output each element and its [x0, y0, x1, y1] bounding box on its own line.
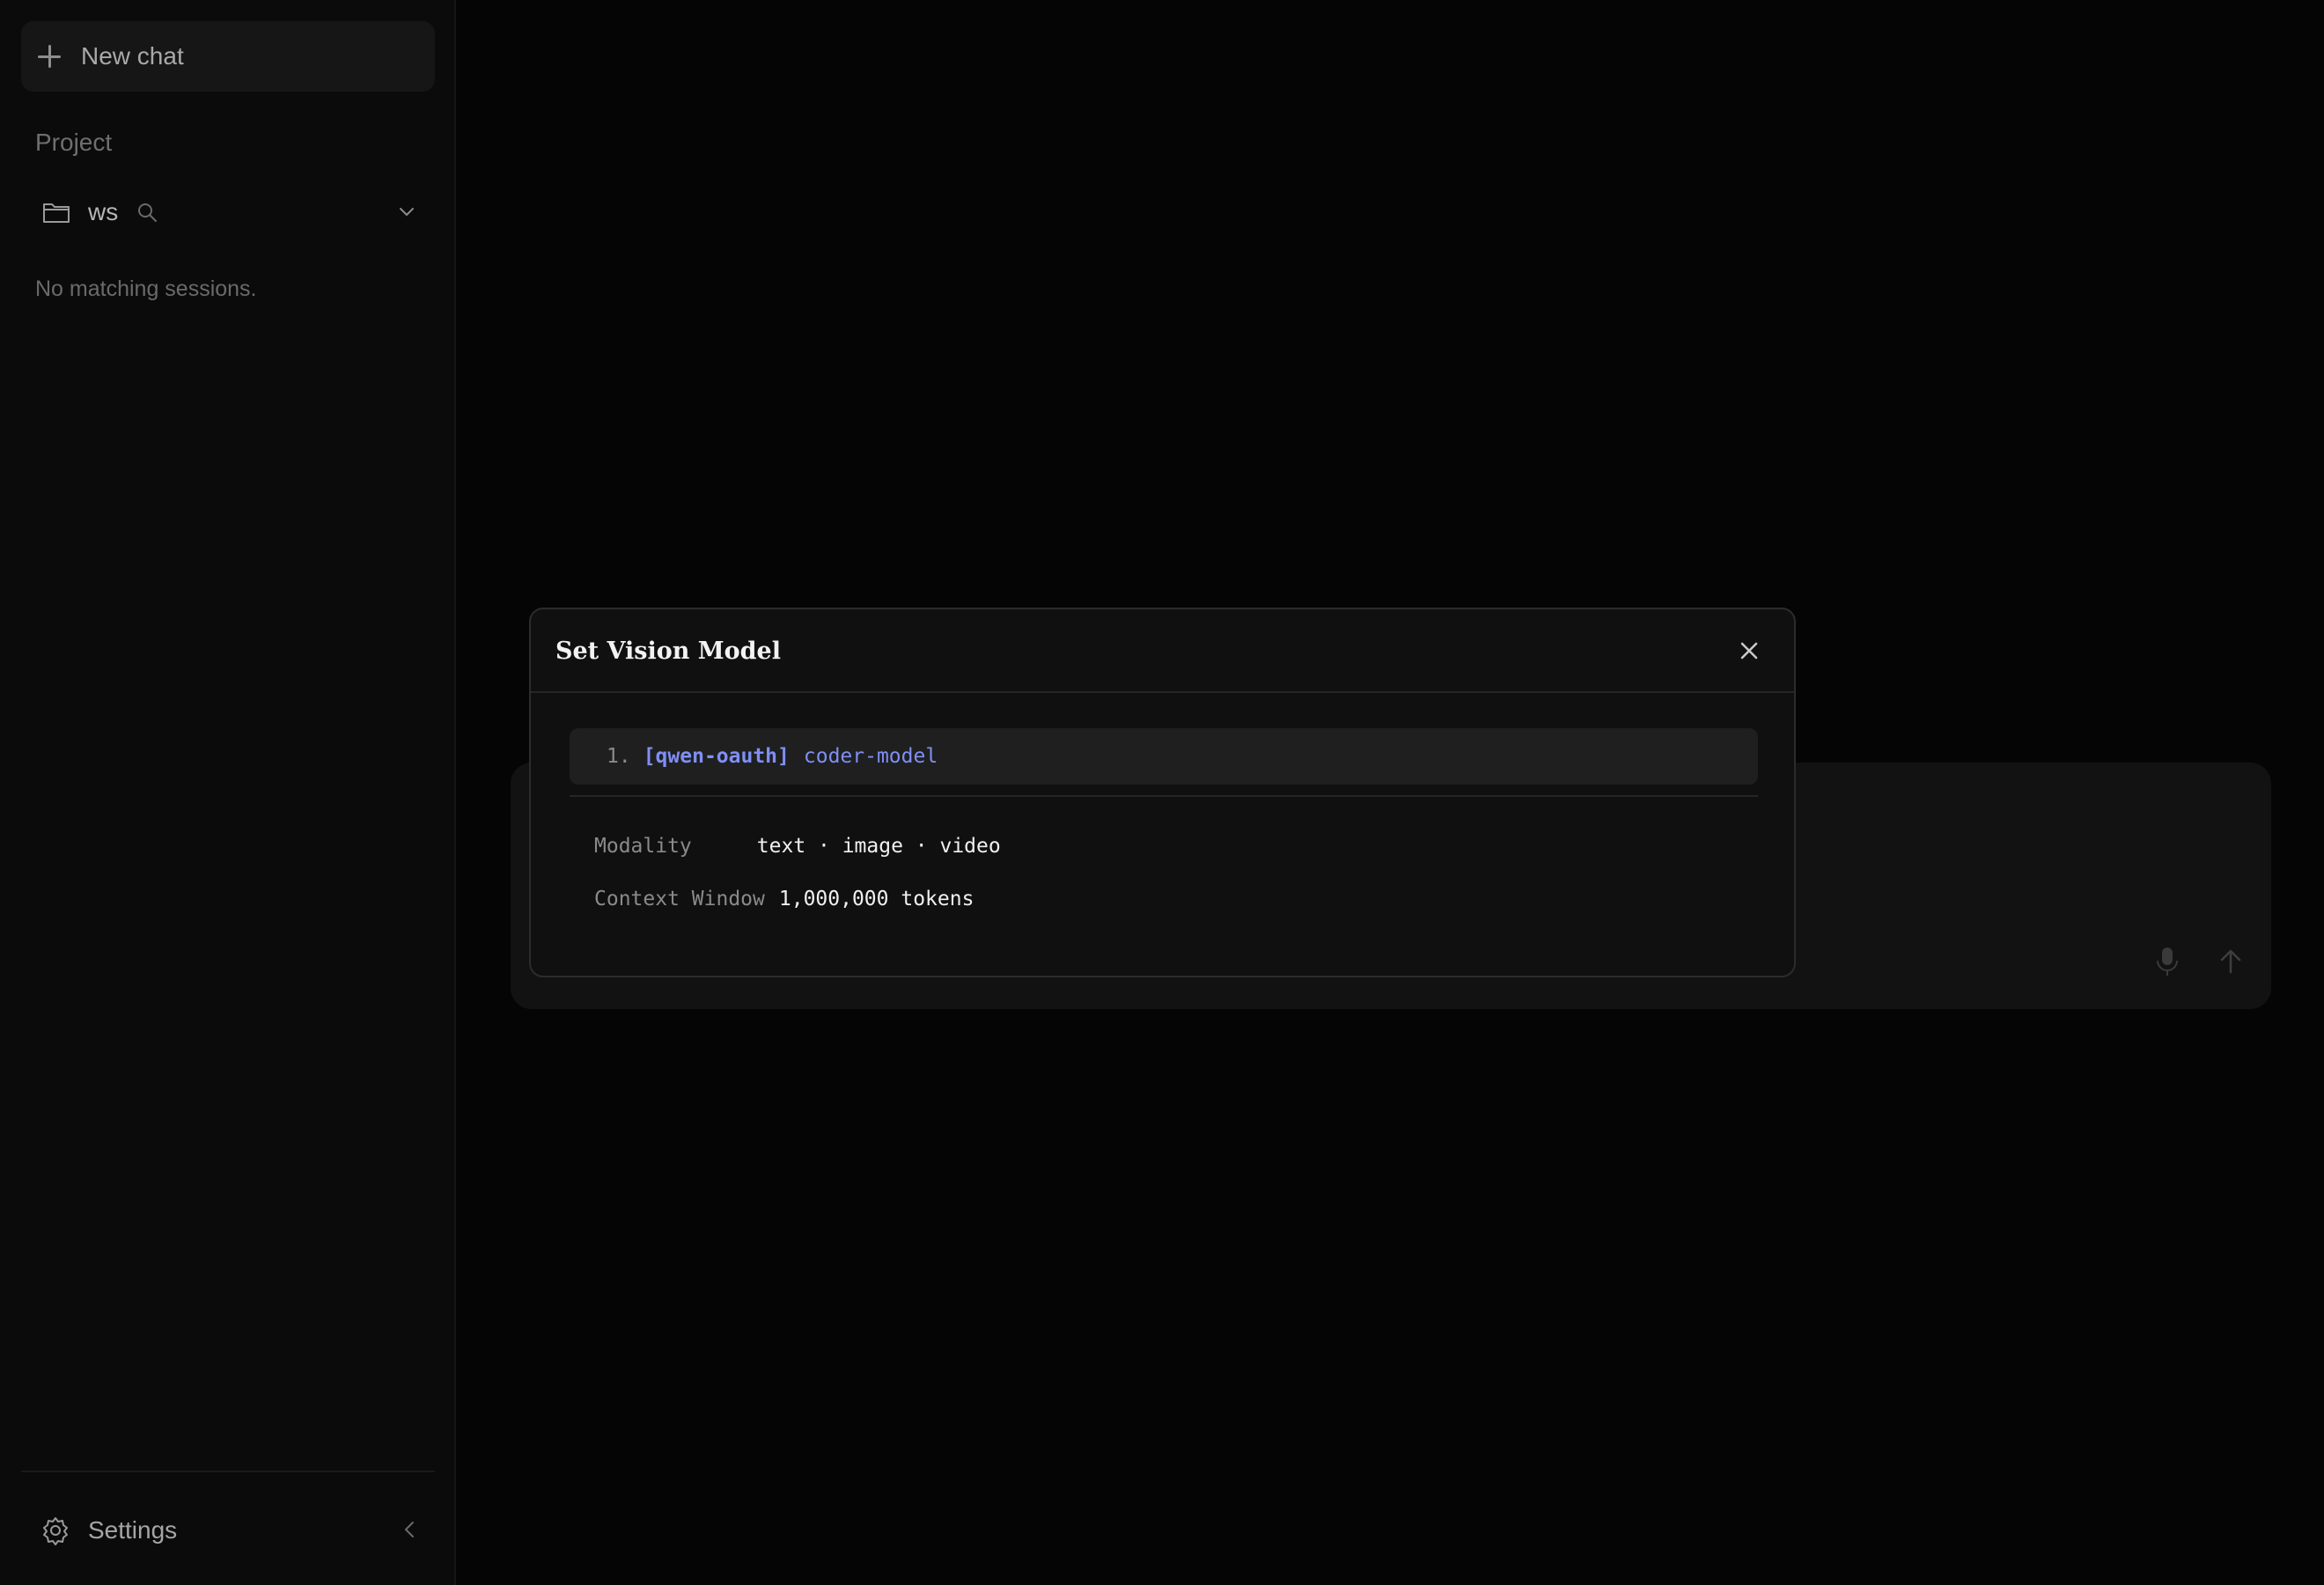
chevron-down-icon[interactable] — [396, 201, 417, 222]
context-window-value: 1,000,000 tokens — [778, 888, 974, 910]
modality-label: Modality — [594, 835, 692, 858]
microphone-icon[interactable] — [2151, 944, 2183, 979]
search-icon[interactable] — [136, 201, 158, 224]
settings-label: Settings — [88, 1516, 178, 1544]
dialog-title: Set Vision Model — [555, 638, 781, 665]
model-option[interactable]: 1. [qwen-oauth] coder-model — [570, 728, 1758, 785]
new-chat-button[interactable]: New chat — [21, 21, 435, 92]
arrow-up-icon[interactable] — [2215, 946, 2247, 977]
sidebar-divider — [21, 1471, 435, 1472]
context-window-label: Context Window — [594, 888, 765, 910]
model-option-name: coder-model — [803, 745, 938, 768]
dialog-divider — [570, 795, 1758, 797]
folder-icon — [43, 203, 70, 223]
plus-icon — [37, 44, 62, 69]
close-icon[interactable] — [1736, 638, 1762, 664]
new-chat-label: New chat — [81, 42, 184, 70]
project-selector[interactable]: ws — [35, 190, 423, 234]
set-vision-model-dialog: Set Vision Model 1. [qwen-oauth] coder-m… — [529, 608, 1796, 977]
sidebar: New chat Project ws No matching sessions… — [0, 0, 456, 1585]
model-option-provider: [qwen-oauth] — [643, 745, 790, 768]
chevron-left-icon[interactable] — [396, 1516, 423, 1543]
dialog-header: Set Vision Model — [531, 609, 1794, 693]
project-section-label: Project — [35, 129, 113, 156]
model-option-index: 1. — [607, 745, 631, 768]
modality-value: text · image · video — [756, 835, 1001, 858]
empty-sessions-message: No matching sessions. — [35, 276, 257, 301]
settings-button[interactable]: Settings — [35, 1506, 423, 1555]
project-name: ws — [88, 198, 119, 225]
modality-row: Modality text · image · video — [594, 835, 1001, 858]
context-window-row: Context Window 1,000,000 tokens — [594, 888, 974, 910]
gear-icon — [43, 1517, 68, 1545]
